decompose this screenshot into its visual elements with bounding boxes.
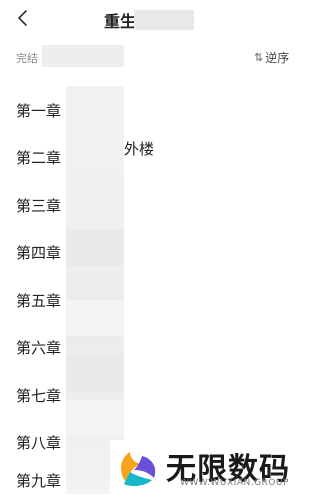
chapter-label: 第五章 xyxy=(16,292,62,310)
chapter-item[interactable]: 第七章 xyxy=(0,371,300,417)
brand-url: WWW.WUXIAN.GROUP xyxy=(180,478,289,488)
status-redaction xyxy=(42,45,124,67)
book-status: 完结 xyxy=(16,52,38,65)
chapter-item[interactable]: 第五章 xyxy=(0,276,300,322)
chapter-title-fragment: 外楼 xyxy=(124,140,155,158)
chapter-item[interactable]: 第四章 xyxy=(0,228,300,274)
back-button[interactable] xyxy=(10,5,34,31)
top-nav-bar: 重生 xyxy=(0,0,300,38)
sort-toggle-button[interactable]: ⇅ 逆序 xyxy=(254,49,289,66)
chapter-label: 第三章 xyxy=(16,197,62,215)
title-redaction xyxy=(134,10,194,30)
chevron-left-icon xyxy=(18,10,27,26)
chapter-item[interactable]: 第六章 xyxy=(0,323,300,369)
chapter-label: 第四章 xyxy=(16,244,62,262)
chapter-label: 第八章 xyxy=(16,434,62,452)
chapter-label: 第七章 xyxy=(16,387,62,405)
watermark: 无限数码 WWW.WUXIAN.GROUP xyxy=(110,440,300,494)
chapter-label: 第二章 xyxy=(16,149,62,167)
chapter-item[interactable]: 第一章 xyxy=(0,86,300,132)
chapter-label: 第九章 xyxy=(16,472,62,490)
sort-icon: ⇅ xyxy=(254,51,264,64)
chapter-item[interactable]: 第三章 xyxy=(0,181,300,227)
brand-logo-icon xyxy=(121,452,156,487)
page-title: 重生 xyxy=(104,9,136,31)
page-title-text: 重生 xyxy=(104,12,137,31)
chapter-label: 第一章 xyxy=(16,102,62,120)
chapter-label: 第六章 xyxy=(16,339,62,357)
sort-label: 逆序 xyxy=(265,51,290,65)
